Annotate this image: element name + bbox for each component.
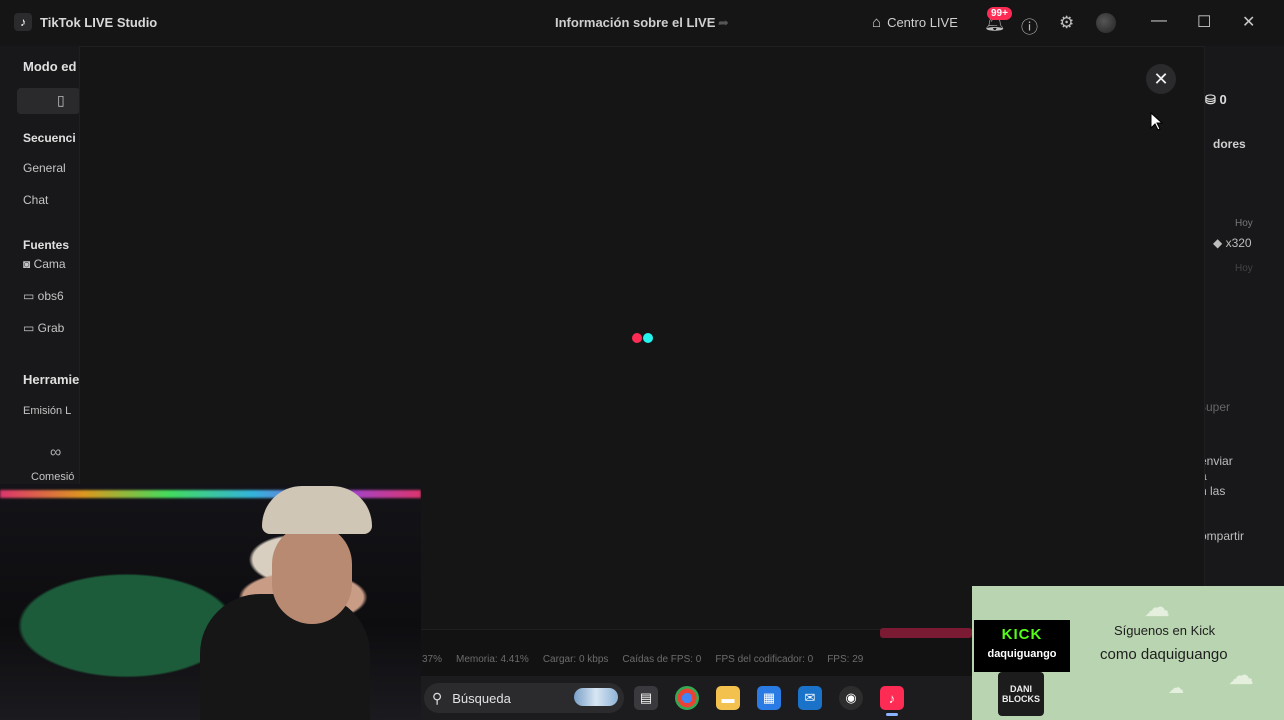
- search-highlight-image: [574, 688, 618, 706]
- tools-heading: Herramie: [23, 372, 80, 387]
- window-icon: ▭: [23, 289, 38, 303]
- kick-username: daquiguango: [987, 648, 1057, 660]
- title-bar: ♪ TikTok LIVE Studio Información sobre e…: [0, 0, 1284, 46]
- link-icon: ∞: [50, 444, 62, 461]
- gear-icon[interactable]: ⚙: [1059, 13, 1074, 33]
- phone-icon: ▯: [57, 92, 65, 108]
- close-modal-button[interactable]: ✕: [1146, 64, 1176, 94]
- help-icon[interactable]: ⓘ: [1021, 13, 1038, 38]
- kick-follow-line2: como daquiguango: [1100, 646, 1228, 663]
- streamer-cap: [262, 486, 372, 534]
- source-recording-label: Grab: [37, 321, 65, 335]
- fps-stat: FPS: 29: [827, 653, 864, 665]
- gift-count: ◆ x320: [1213, 236, 1252, 250]
- mode-heading: Modo ed: [23, 59, 77, 74]
- streamer-face: [272, 524, 352, 624]
- share-label[interactable]: ompartir: [1200, 529, 1244, 543]
- minimize-icon[interactable]: —: [1151, 12, 1167, 30]
- viewers-tab[interactable]: dores: [1213, 137, 1246, 151]
- loading-spinner: [632, 333, 656, 343]
- sequence-heading: Secuenci: [23, 131, 76, 145]
- tiktok-logo-icon: ♪: [14, 13, 32, 31]
- memory-stat: Memoria: 4.41%: [456, 653, 529, 665]
- cloud-icon: ☁: [1228, 660, 1254, 690]
- tiktok-taskbar-icon[interactable]: ♪: [880, 686, 904, 716]
- monitor-icon: ▭: [23, 321, 38, 335]
- window-center-title: Información sobre el LIVE: [555, 15, 716, 30]
- source-obs-label: obs6: [37, 289, 64, 303]
- live-center-button[interactable]: ⌂ Centro LIVE: [872, 14, 958, 31]
- loader-dot-red: [632, 333, 642, 343]
- home-icon: ⌂: [872, 14, 882, 31]
- app-title: TikTok LIVE Studio: [40, 15, 158, 30]
- source-recording[interactable]: ▭ Grab: [23, 321, 64, 335]
- live-center-label: Centro LIVE: [887, 15, 958, 30]
- chrome-icon[interactable]: [675, 686, 699, 710]
- close-window-icon[interactable]: ✕: [1242, 12, 1255, 32]
- cloud-icon: ☁: [1144, 592, 1170, 622]
- go-live-button[interactable]: [880, 628, 972, 638]
- kick-banner: ☁ ☁ ☁ KICK daquiguango DANI BLOCKS Sígue…: [972, 586, 1284, 720]
- notification-badge: 99+: [987, 7, 1012, 20]
- app-window: ♪ TikTok LIVE Studio Información sobre e…: [0, 0, 1284, 720]
- kick-logo: KICK daquiguango: [974, 620, 1070, 672]
- sources-heading: Fuentes: [23, 238, 70, 252]
- coin-count-value: 0: [1219, 92, 1227, 107]
- share-icon[interactable]: ➦: [718, 15, 729, 31]
- gift-count-value: x320: [1225, 236, 1252, 250]
- coin-icon: ⛁: [1205, 92, 1220, 107]
- portrait-mode-toggle[interactable]: ▯: [17, 88, 80, 114]
- tool-commission[interactable]: Comesió: [31, 471, 74, 483]
- search-placeholder: Búsqueda: [452, 690, 511, 706]
- obs-icon[interactable]: ◉: [839, 686, 863, 710]
- folder-icon[interactable]: ▬: [716, 686, 740, 710]
- task-view-icon[interactable]: ▤: [634, 686, 658, 710]
- webcam-overlay: [0, 484, 421, 720]
- sidebar-item-chat[interactable]: Chat: [23, 193, 48, 207]
- source-camera-label: Cama: [33, 257, 66, 271]
- tool-emission[interactable]: Emisión L: [23, 405, 71, 417]
- source-camera[interactable]: ◙ Cama: [23, 257, 66, 271]
- coin-count: ⛁ 0: [1205, 92, 1227, 108]
- kick-follow-line1: Síguenos en Kick: [1114, 623, 1216, 638]
- windows-taskbar: ⚲ Búsqueda ▤ ▬ ▦ ✉ ◉ ♪: [420, 676, 976, 720]
- camera-icon: ◙: [23, 257, 34, 271]
- today-label-2: Hoy: [1235, 263, 1253, 274]
- sidebar-item-general[interactable]: General: [23, 161, 66, 175]
- channel-badge: DANI BLOCKS: [998, 672, 1044, 716]
- gift-icon: ◆: [1213, 236, 1226, 250]
- maximize-icon[interactable]: ☐: [1197, 12, 1211, 32]
- store-icon[interactable]: ▦: [757, 686, 781, 710]
- upload-stat: Cargar: 0 kbps: [542, 653, 609, 665]
- loader-dot-cyan: [643, 333, 653, 343]
- status-bar: 37% Memoria: 4.41% Cargar: 0 kbps Caídas…: [420, 648, 980, 670]
- fps-drops-stat: Caídas de FPS: 0: [622, 653, 702, 665]
- avatar[interactable]: [1096, 13, 1116, 33]
- cloud-icon: ☁: [1168, 680, 1184, 697]
- mouse-cursor-icon: [1150, 112, 1164, 131]
- outlook-icon[interactable]: ✉: [798, 686, 822, 710]
- kick-wordmark: KICK: [1001, 626, 1043, 643]
- source-obs[interactable]: ▭ obs6: [23, 289, 64, 303]
- encoder-fps-stat: FPS del codificador: 0: [715, 653, 814, 665]
- search-icon: ⚲: [432, 689, 443, 706]
- today-label: Hoy: [1235, 218, 1253, 229]
- cpu-stat: 37%: [422, 653, 443, 665]
